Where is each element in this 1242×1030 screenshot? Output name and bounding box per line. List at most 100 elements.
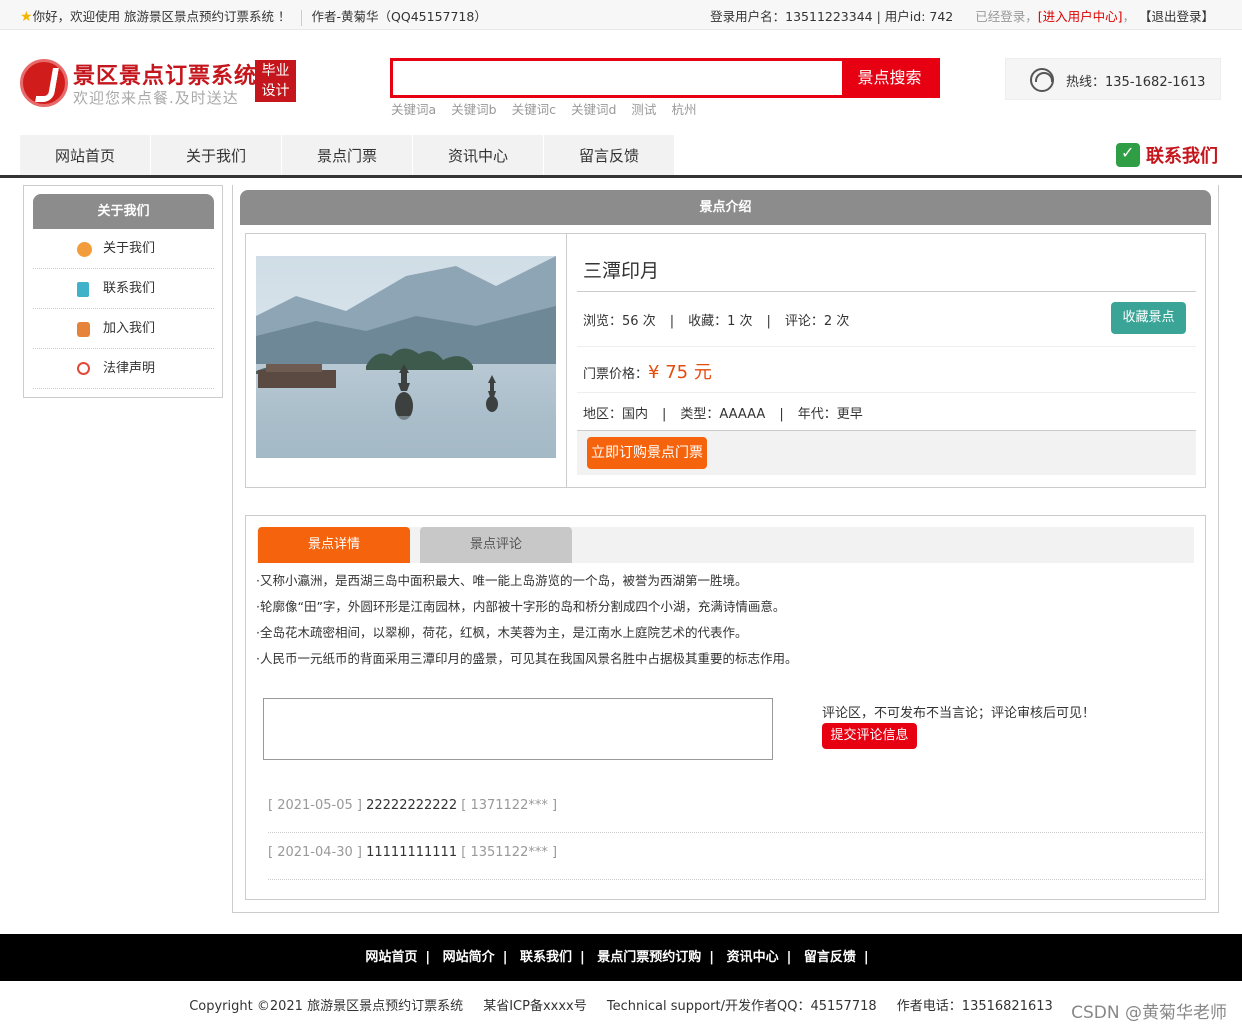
logo-icon: [20, 59, 68, 107]
nav-item-about[interactable]: 关于我们: [151, 135, 282, 175]
tab-comments[interactable]: 景点评论: [420, 527, 572, 563]
top-bar: ★你好，欢迎使用 旅游景区景点预约订票系统 ！ 作者-黄菊华（QQ45157718…: [0, 0, 1242, 30]
watermark: CSDN @黄菊华老师: [1071, 1003, 1227, 1023]
logout-link[interactable]: 【退出登录】: [1139, 9, 1214, 24]
footer-link[interactable]: 联系我们: [520, 950, 572, 965]
favs-count: 1 次: [727, 314, 753, 329]
description-line: ·全岛花木疏密相间，以翠柳，荷花，红枫，木芙蓉为主，是江南水上庭院艺术的代表作。: [256, 625, 748, 640]
headset-icon: [1030, 68, 1054, 92]
spot-stats: 浏览：56 次 | 收藏：1 次 | 评论：2 次: [583, 314, 850, 329]
sidebar-item-about[interactable]: 关于我们: [33, 229, 214, 269]
footer-link[interactable]: 资讯中心: [727, 950, 779, 965]
hotline-box: 热线：135-1682-1613: [1005, 58, 1221, 100]
top-right: 登录用户名：13511223344 | 用户id: 742 已经登录，[进入用户…: [710, 9, 1214, 24]
lock-icon: [77, 322, 90, 337]
nav-divider: [0, 175, 1242, 178]
sidebar-title: 关于我们: [33, 194, 214, 229]
comment-note: 评论区，不可发布不当言论；评论审核后可见！: [822, 706, 1096, 721]
hot-keyword[interactable]: 关键词c: [512, 102, 556, 117]
description-line: ·又称小瀛洲，是西湖三岛中面积最大、唯一能上岛游览的一个岛，被誉为西湖第一胜境。: [256, 573, 748, 588]
welcome-text: 你好，欢迎使用 旅游景区景点预约订票系统 ！: [32, 9, 291, 24]
description-line: ·人民币一元纸币的背面采用三潭印月的盛景，可见其在我国风景名胜中占据极其重要的标…: [256, 651, 798, 666]
document-icon: [77, 282, 89, 297]
comment-user: [ 1371122*** ]: [461, 798, 558, 813]
favorite-button[interactable]: 收藏景点: [1111, 302, 1186, 334]
sidebar-item-join[interactable]: 加入我们: [33, 309, 214, 349]
login-user: 登录用户名：13511223344 | 用户id: 742: [710, 9, 954, 24]
comment-text: 22222222222: [366, 798, 458, 813]
comment-row: [ 2021-05-05 ] 22222222222 [ 1371122*** …: [268, 786, 1203, 833]
footer-link[interactable]: 景点门票预约订购: [597, 950, 701, 965]
comment-user: [ 1351122*** ]: [461, 845, 558, 860]
footer-link[interactable]: 网站简介: [443, 950, 495, 965]
search-input[interactable]: [393, 61, 845, 95]
user-center-link[interactable]: [进入用户中心]: [1038, 9, 1123, 24]
comment-list: [ 2021-05-05 ] 22222222222 [ 1371122*** …: [268, 786, 1203, 880]
logged-in-status: 已经登录，: [975, 9, 1038, 24]
description-line: ·轮廓像“田”字，外圆环形是江南园林，内部被十字形的岛和桥分割成四个小湖，充满诗…: [256, 599, 786, 614]
divider: [566, 234, 567, 487]
tab-details[interactable]: 景点详情: [258, 527, 410, 563]
hot-keywords: 关键词a 关键词b 关键词c 关键词d 测试 杭州: [391, 99, 711, 118]
views-count: 56 次: [622, 314, 656, 329]
contact-us-link[interactable]: 联系我们: [1116, 142, 1218, 170]
phone-check-icon: [1116, 143, 1140, 167]
sidebar: 关于我们 关于我们 联系我们 加入我们 法律声明: [23, 185, 223, 398]
site-logo[interactable]: 景区景点订票系统 欢迎您来点餐.及时送达 毕业 设计: [20, 57, 300, 109]
comment-date: [ 2021-05-05 ]: [268, 798, 362, 813]
about-icon: [77, 242, 92, 257]
contact-label: 联系我们: [1146, 146, 1218, 167]
sidebar-item-label: 法律声明: [103, 361, 156, 376]
graduation-badge: 毕业 设计: [255, 60, 296, 102]
nav-item-feedback[interactable]: 留言反馈: [544, 135, 675, 175]
comments-count: 2 次: [823, 314, 850, 329]
main-nav: 网站首页 关于我们 景点门票 资讯中心 留言反馈: [20, 135, 675, 175]
tab-bar: 景点详情 景点评论: [257, 527, 1194, 563]
footer-link[interactable]: 留言反馈: [804, 950, 856, 965]
hot-keyword[interactable]: 关键词a: [391, 102, 436, 117]
comment-input[interactable]: [263, 698, 773, 760]
spot-description: ·又称小瀛洲，是西湖三岛中面积最大、唯一能上岛游览的一个岛，被誉为西湖第一胜境。…: [256, 568, 797, 672]
buy-ticket-button[interactable]: 立即订购景点门票: [587, 437, 707, 469]
search-button[interactable]: 景点搜索: [842, 58, 937, 98]
footer-link[interactable]: 网站首页: [365, 950, 417, 965]
sidebar-item-label: 关于我们: [103, 241, 156, 256]
spot-meta: 地区：国内 | 类型：AAAAA | 年代：更早: [583, 407, 863, 422]
price-label: 门票价格：: [583, 367, 649, 382]
comment-text: 11111111111: [366, 845, 458, 860]
views-label: 浏览：: [583, 314, 623, 329]
comment-row: [ 2021-04-30 ] 11111111111 [ 1351122*** …: [268, 833, 1203, 880]
region: 地区：国内: [583, 407, 649, 422]
hot-keyword[interactable]: 关键词b: [451, 102, 496, 117]
nav-item-tickets[interactable]: 景点门票: [282, 135, 413, 175]
site-name: 景区景点订票系统: [73, 64, 258, 89]
sidebar-item-legal[interactable]: 法律声明: [33, 349, 214, 389]
buy-row: 立即订购景点门票: [577, 430, 1196, 475]
sidebar-item-contact[interactable]: 联系我们: [33, 269, 214, 309]
era: 年代：更早: [797, 407, 863, 422]
sidebar-item-label: 加入我们: [103, 321, 156, 336]
site-slogan: 欢迎您来点餐.及时送达: [73, 89, 239, 107]
submit-comment-button[interactable]: 提交评论信息: [822, 723, 917, 749]
star-icon: ★: [20, 9, 33, 25]
phone-text: 作者电话：13516821613: [896, 999, 1053, 1014]
nav-item-news[interactable]: 资讯中心: [413, 135, 544, 175]
detail-tabs: 景点详情 景点评论 ·又称小瀛洲，是西湖三岛中面积最大、唯一能上岛游览的一个岛，…: [245, 515, 1206, 900]
divider: [300, 9, 302, 26]
hot-keyword[interactable]: 杭州: [671, 102, 696, 117]
sidebar-item-label: 联系我们: [103, 281, 156, 296]
hotline-text: 热线：135-1682-1613: [1066, 75, 1206, 90]
hot-keyword[interactable]: 关键词d: [571, 102, 616, 117]
favs-label: 收藏：: [688, 314, 728, 329]
spot-type: 类型：AAAAA: [680, 407, 766, 422]
section-title: 景点介绍: [240, 190, 1211, 225]
nav-item-home[interactable]: 网站首页: [20, 135, 151, 175]
copyright: Copyright ©2021 旅游景区景点预约订票系统 某省ICP备xxxx号…: [0, 995, 1242, 1014]
search-box: 景点搜索: [390, 58, 940, 98]
icp-text: 某省ICP备xxxx号: [483, 999, 587, 1014]
spot-photo: [256, 256, 556, 458]
hot-keyword[interactable]: 测试: [631, 102, 656, 117]
comments-label: 评论：: [784, 314, 824, 329]
sidebar-list: 关于我们 联系我们 加入我们 法律声明: [33, 229, 214, 389]
spot-detail: 三潭印月 浏览：56 次 | 收藏：1 次 | 评论：2 次 收藏景点 门票价格：¥ 7…: [245, 233, 1206, 488]
